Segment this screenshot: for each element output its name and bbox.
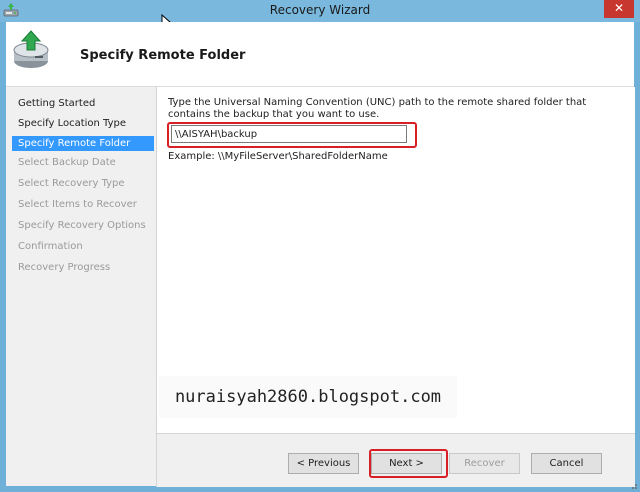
recovery-wizard-window: Recovery Wizard ✕ Specify Remote Folder … xyxy=(0,0,640,492)
step-specify-location-type[interactable]: Specify Location Type xyxy=(12,116,154,131)
instruction-text: Type the Universal Naming Convention (UN… xyxy=(168,97,587,120)
recover-button: Recover xyxy=(449,453,520,474)
step-specify-remote-folder[interactable]: Specify Remote Folder xyxy=(12,136,154,151)
backup-restore-icon xyxy=(13,30,49,68)
page-title: Specify Remote Folder xyxy=(80,48,246,63)
close-button[interactable]: ✕ xyxy=(604,0,634,18)
step-getting-started[interactable]: Getting Started xyxy=(12,96,154,111)
steps-sidebar: Getting Started Specify Location Type Sp… xyxy=(6,87,156,486)
resize-grip-icon[interactable] xyxy=(628,480,638,490)
step-confirmation: Confirmation xyxy=(18,241,83,252)
next-button[interactable]: Next > xyxy=(371,453,442,474)
previous-button[interactable]: < Previous xyxy=(288,453,359,474)
wizard-header: Specify Remote Folder xyxy=(6,22,634,87)
title-bar[interactable]: Recovery Wizard ✕ xyxy=(0,0,640,22)
window-title: Recovery Wizard xyxy=(269,3,371,17)
example-text: Example: \\MyFileServer\SharedFolderName xyxy=(168,151,388,162)
button-bar: < Previous Next > Recover Cancel xyxy=(156,433,635,487)
unc-path-input[interactable] xyxy=(171,125,407,143)
wizard-body: Getting Started Specify Location Type Sp… xyxy=(6,87,635,487)
step-select-backup-date: Select Backup Date xyxy=(18,157,116,168)
step-specify-recovery-options: Specify Recovery Options xyxy=(18,220,146,231)
blog-watermark: nuraisyah2860.blogspot.com xyxy=(159,376,457,418)
step-select-items-to-recover: Select Items to Recover xyxy=(18,199,137,210)
step-recovery-progress: Recovery Progress xyxy=(18,262,111,273)
cancel-button[interactable]: Cancel xyxy=(531,453,602,474)
step-select-recovery-type: Select Recovery Type xyxy=(18,178,125,189)
